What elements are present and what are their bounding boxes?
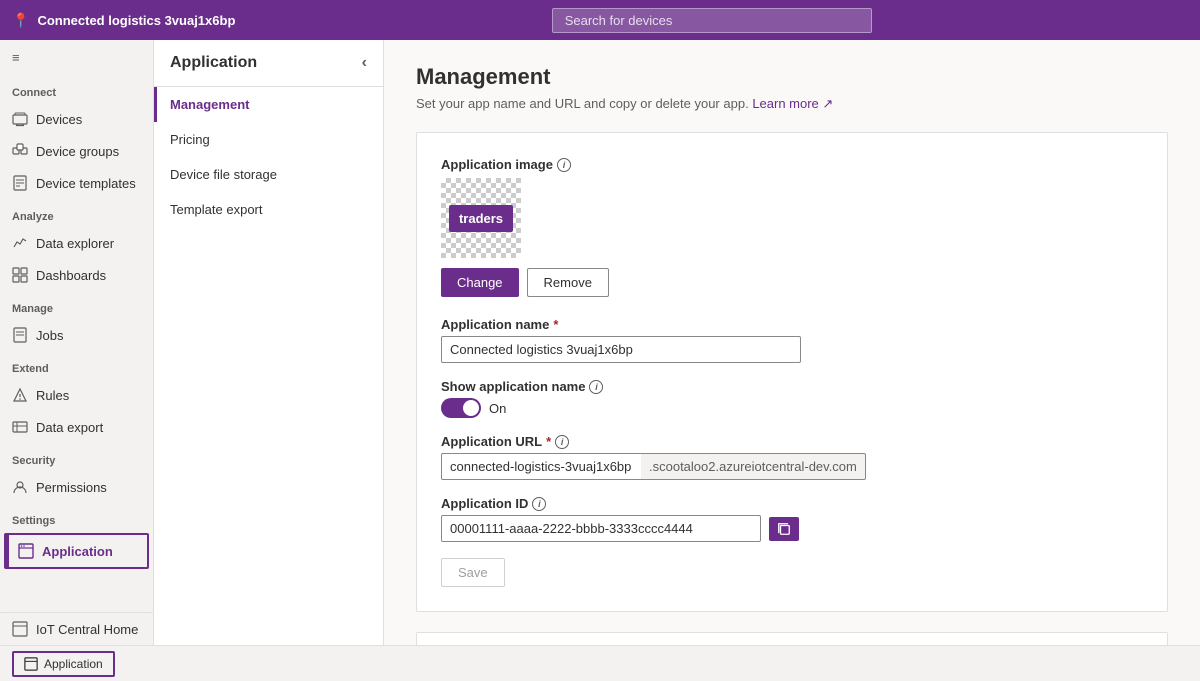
sidebar-item-devices[interactable]: Devices xyxy=(0,103,153,135)
show-app-name-field: Show application name i On xyxy=(441,379,1143,418)
app-name-input[interactable] xyxy=(441,336,801,363)
sidebar-section-extend: Extend xyxy=(0,351,153,379)
url-suffix: .scootaloo2.azureiotcentral-dev.com xyxy=(641,453,866,480)
jobs-icon xyxy=(12,327,28,343)
sidebar-section-analyze: Analyze xyxy=(0,199,153,227)
app-url-field: Application URL * i .scootaloo2.azureiot… xyxy=(441,434,1143,480)
main-layout: ≡ Connect Devices Device groups Device t… xyxy=(0,40,1200,645)
sidebar-item-rules[interactable]: Rules xyxy=(0,379,153,411)
app-id-label: Application ID i xyxy=(441,496,1143,511)
sidebar-section-settings: Settings xyxy=(0,503,153,531)
sidebar-label-application: Application xyxy=(42,544,113,559)
second-panel-title: Application xyxy=(170,54,257,72)
image-field: Application image i traders Change Remov… xyxy=(441,157,1143,297)
traders-logo: traders xyxy=(449,205,513,232)
app-url-label: Application URL * i xyxy=(441,434,1143,449)
sidebar-item-permissions[interactable]: Permissions xyxy=(0,471,153,503)
sidebar-label-devices: Devices xyxy=(36,112,82,127)
save-button[interactable]: Save xyxy=(441,558,505,587)
image-label: Application image i xyxy=(441,157,1143,172)
second-panel-close-button[interactable]: ‹ xyxy=(362,54,367,72)
app-url-input[interactable] xyxy=(441,453,641,480)
app-name-field: Application name * xyxy=(441,317,1143,363)
sidebar-item-device-groups[interactable]: Device groups xyxy=(0,135,153,167)
toggle-row: On xyxy=(441,398,1143,418)
bottombar-label: Application xyxy=(44,657,103,671)
sidebar-item-jobs[interactable]: Jobs xyxy=(0,319,153,351)
second-panel-item-management[interactable]: Management xyxy=(154,87,383,122)
management-card: Application image i traders Change Remov… xyxy=(416,132,1168,612)
sidebar-item-data-export[interactable]: Data export xyxy=(0,411,153,443)
data-export-icon xyxy=(12,419,28,435)
sidebar-label-data-export: Data export xyxy=(36,420,103,435)
sidebar-label-device-groups: Device groups xyxy=(36,144,119,159)
sidebar-section-security: Security xyxy=(0,443,153,471)
app-id-info-icon[interactable]: i xyxy=(532,497,546,511)
topbar-app-name: 📍 Connected logistics 3vuaj1x6bp xyxy=(12,12,235,29)
sidebar-label-iot-home: IoT Central Home xyxy=(36,622,138,637)
second-panel-item-pricing[interactable]: Pricing xyxy=(154,122,383,157)
iot-home-icon xyxy=(12,621,28,637)
second-panel-item-template-export[interactable]: Template export xyxy=(154,192,383,227)
change-image-button[interactable]: Change xyxy=(441,268,519,297)
topbar: 📍 Connected logistics 3vuaj1x6bp xyxy=(0,0,1200,40)
app-id-field: Application ID i xyxy=(441,496,1143,542)
data-explorer-icon xyxy=(12,235,28,251)
url-row: .scootaloo2.azureiotcentral-dev.com xyxy=(441,453,1143,480)
app-url-info-icon[interactable]: i xyxy=(555,435,569,449)
sidebar-section-connect: Connect xyxy=(0,75,153,103)
sidebar-label-device-templates: Device templates xyxy=(36,176,136,191)
remove-image-button[interactable]: Remove xyxy=(527,268,609,297)
sidebar-item-device-templates[interactable]: Device templates xyxy=(0,167,153,199)
hamburger-button[interactable]: ≡ xyxy=(0,40,153,75)
bottombar: Application xyxy=(0,645,1200,681)
show-app-name-label: Show application name i xyxy=(441,379,1143,394)
sidebar-section-manage: Manage xyxy=(0,291,153,319)
sidebar-label-rules: Rules xyxy=(36,388,69,403)
sidebar-label-data-explorer: Data explorer xyxy=(36,236,114,251)
show-app-name-info-icon[interactable]: i xyxy=(589,380,603,394)
sidebar-item-iot-central-home[interactable]: IoT Central Home xyxy=(0,612,153,645)
search-input[interactable] xyxy=(552,8,872,33)
learn-more-link[interactable]: Learn more ↗ xyxy=(752,96,833,111)
sidebar-label-permissions: Permissions xyxy=(36,480,107,495)
copy-id-button[interactable] xyxy=(769,517,799,541)
second-panel: Application ‹ Management Pricing Device … xyxy=(154,40,384,645)
sidebar-item-dashboards[interactable]: Dashboards xyxy=(0,259,153,291)
image-buttons: Change Remove xyxy=(441,268,1143,297)
page-subtitle: Set your app name and URL and copy or de… xyxy=(416,96,1168,112)
show-app-name-toggle[interactable] xyxy=(441,398,481,418)
search-area xyxy=(235,8,1188,33)
permissions-icon xyxy=(12,479,28,495)
sidebar-label-jobs: Jobs xyxy=(36,328,63,343)
bottombar-application-item[interactable]: Application xyxy=(12,651,115,677)
sidebar-item-data-explorer[interactable]: Data explorer xyxy=(0,227,153,259)
second-panel-item-device-file-storage[interactable]: Device file storage xyxy=(154,157,383,192)
application-icon xyxy=(18,543,34,559)
page-title: Management xyxy=(416,64,1168,90)
dashboards-icon xyxy=(12,267,28,283)
main-content: Management Set your app name and URL and… xyxy=(384,40,1200,645)
appid-row xyxy=(441,515,1143,542)
device-templates-icon xyxy=(12,175,28,191)
device-groups-icon xyxy=(12,143,28,159)
pin-icon: 📍 xyxy=(12,12,29,29)
image-info-icon[interactable]: i xyxy=(557,158,571,172)
devices-icon xyxy=(12,111,28,127)
sidebar-item-application[interactable]: Application xyxy=(4,533,149,569)
rules-icon xyxy=(12,387,28,403)
sidebar-label-dashboards: Dashboards xyxy=(36,268,106,283)
copy-application-card: Copy application i Create a copy of this… xyxy=(416,632,1168,645)
app-id-input xyxy=(441,515,761,542)
app-name-label: Application name * xyxy=(441,317,1143,332)
toggle-on-label: On xyxy=(489,401,506,416)
sidebar: ≡ Connect Devices Device groups Device t… xyxy=(0,40,154,645)
second-panel-header: Application ‹ xyxy=(154,40,383,87)
application-image: traders xyxy=(441,178,521,258)
